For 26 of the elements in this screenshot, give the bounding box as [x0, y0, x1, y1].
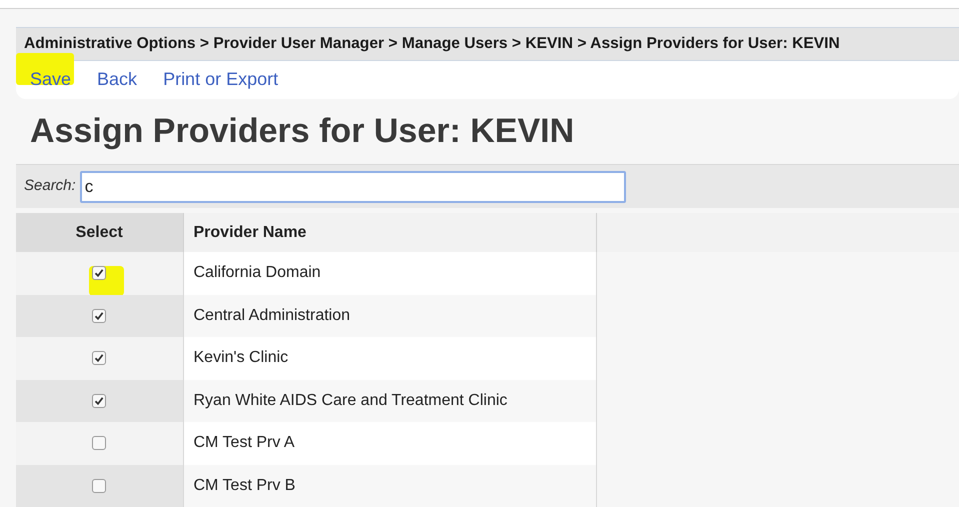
row-checkbox[interactable] [92, 351, 106, 366]
page-title: Assign Providers for User: KEVIN [30, 110, 574, 152]
column-header[interactable]: Provider Name [183, 213, 596, 252]
provider-name: CM Test Prv A [194, 434, 295, 452]
provider-name: CM Test Prv B [194, 476, 296, 494]
search-field[interactable]: c [80, 170, 626, 203]
provider-name: California Domain [194, 264, 321, 282]
column-header[interactable]: Select [16, 213, 183, 252]
provider-name: Ryan White AIDS Care and Treatment Clinic [194, 392, 508, 409]
check-icon [94, 353, 104, 364]
row-checkbox[interactable] [92, 266, 106, 280]
row-checkbox[interactable] [92, 436, 106, 450]
check-icon [94, 268, 104, 278]
action-link[interactable]: Print or Export [163, 66, 278, 94]
search-label: Search: [24, 176, 76, 196]
provider-name: Central Administration [194, 306, 350, 324]
action-link[interactable]: Save [30, 66, 72, 94]
action-link[interactable]: Back [97, 66, 138, 94]
breadcrumb: Administrative Options > Provider User Manager > Manage Users > KEVIN > Assign Providers for User: KEVIN [24, 34, 840, 54]
row-checkbox[interactable] [92, 394, 106, 408]
provider-name: Kevin's Clinic [194, 349, 288, 366]
row-checkbox[interactable] [92, 308, 106, 323]
row-checkbox[interactable] [92, 478, 106, 493]
highlight-mark [16, 52, 74, 85]
check-icon [94, 396, 104, 406]
check-icon [94, 310, 104, 321]
